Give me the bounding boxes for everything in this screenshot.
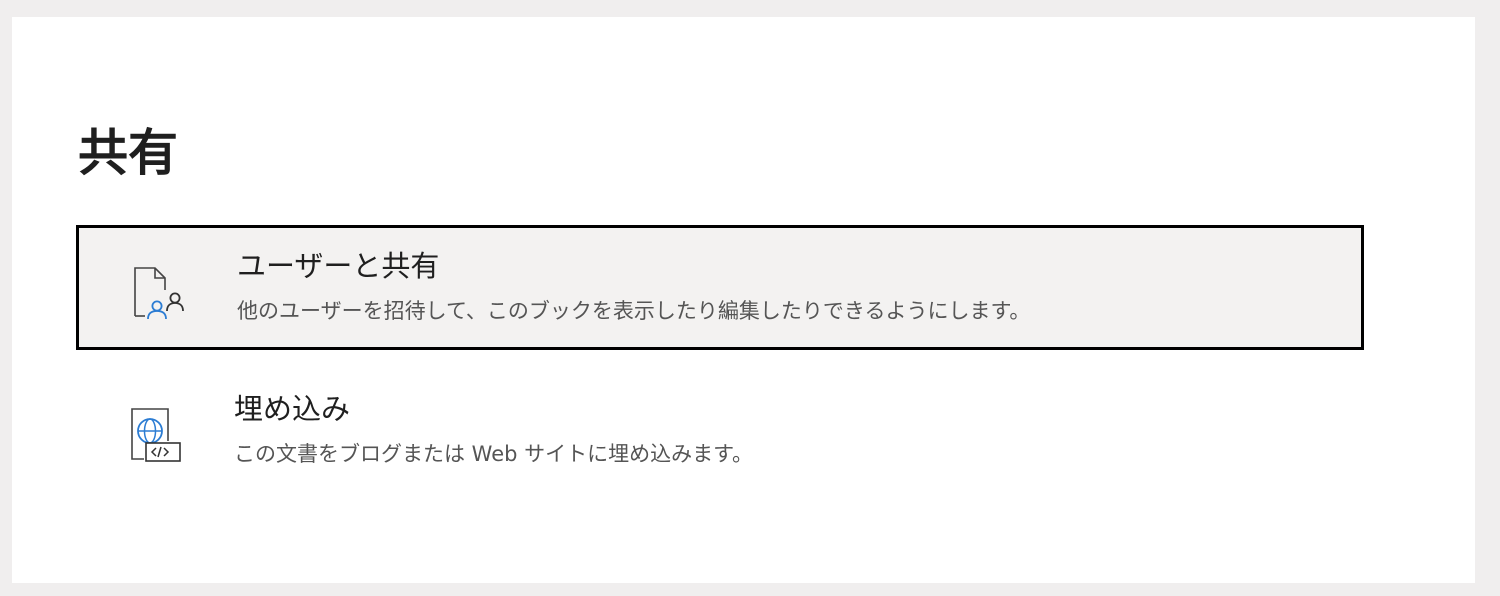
embed-description: この文書をブログまたは Web サイトに埋め込みます。 <box>234 442 754 466</box>
share-panel: 共有 ユーザーと共有 他のユーザーを招待して、このブックを表示したり編集したりで… <box>12 17 1475 583</box>
embed-label: 埋め込み <box>234 392 351 426</box>
embed-option[interactable]: 埋め込み この文書をブログまたは Web サイトに埋め込みます。 <box>76 371 1364 496</box>
share-with-people-label: ユーザーと共有 <box>237 249 440 283</box>
embed-icon <box>131 408 181 462</box>
share-with-people-option[interactable]: ユーザーと共有 他のユーザーを招待して、このブックを表示したり編集したりできるよ… <box>76 225 1364 350</box>
page-title: 共有 <box>78 124 178 182</box>
share-with-people-icon <box>134 267 184 320</box>
share-with-people-description: 他のユーザーを招待して、このブックを表示したり編集したりできるようにします。 <box>237 299 1031 323</box>
